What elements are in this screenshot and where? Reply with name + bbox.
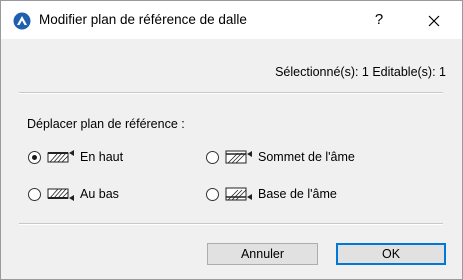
- divider-bottom: [19, 223, 443, 225]
- radio-base-ame[interactable]: [206, 187, 219, 201]
- slab-bottom-icon: [47, 188, 74, 201]
- radio-au-bas[interactable]: [28, 187, 41, 201]
- move-reference-label: Déplacer plan de référence :: [27, 117, 185, 131]
- option-sommet-ame[interactable]: Sommet de l'âme: [206, 147, 355, 167]
- dialog-window: Modifier plan de référence de dalle ? Sé…: [0, 0, 463, 280]
- title-bar: Modifier plan de référence de dalle ?: [1, 1, 462, 39]
- close-icon: [428, 15, 440, 27]
- option-label: Base de l'âme: [258, 187, 337, 201]
- divider-top: [19, 92, 443, 94]
- option-label: Sommet de l'âme: [258, 150, 355, 164]
- archicad-app-icon: [13, 12, 31, 30]
- close-button[interactable]: [419, 7, 449, 33]
- radio-sommet-ame[interactable]: [206, 150, 219, 164]
- option-label: En haut: [80, 150, 124, 164]
- option-label: Au bas: [80, 187, 119, 201]
- radio-en-haut[interactable]: [28, 150, 41, 164]
- slab-top-icon: [47, 150, 74, 163]
- selection-info: Sélectionné(s): 1 Editable(s): 1: [275, 65, 446, 79]
- slab-core-top-icon: [225, 150, 252, 164]
- option-en-haut[interactable]: En haut: [28, 147, 123, 167]
- option-base-ame[interactable]: Base de l'âme: [206, 184, 337, 204]
- window-title: Modifier plan de référence de dalle: [39, 12, 247, 27]
- option-au-bas[interactable]: Au bas: [28, 184, 119, 204]
- cancel-button[interactable]: Annuler: [207, 243, 318, 265]
- help-button[interactable]: ?: [365, 7, 393, 33]
- ok-button[interactable]: OK: [336, 243, 446, 265]
- slab-core-bottom-icon: [225, 187, 252, 201]
